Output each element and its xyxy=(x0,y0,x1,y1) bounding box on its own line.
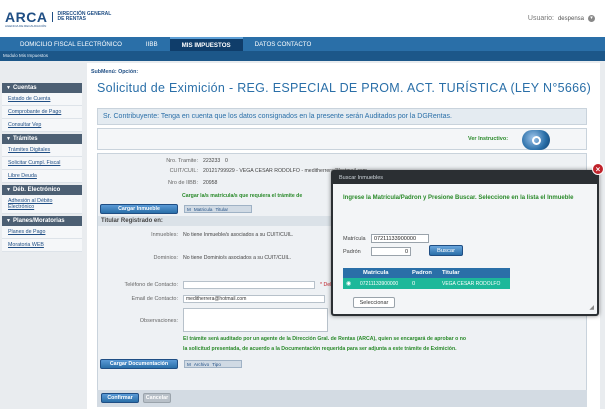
sidebar-item-libre-deuda[interactable]: Libre Deuda xyxy=(2,170,82,183)
results-table: Matricula Padron Titular ◉ 0721113390000… xyxy=(343,268,510,289)
sidebar-section-cuentas[interactable]: ▼ Cuentas xyxy=(2,83,82,93)
submenu-label: SubMenú: Opción: xyxy=(91,69,139,75)
mini-col-archivo: Archivo xyxy=(193,361,210,367)
header: ARCA AGENCIA DE RECAUDACIÓN DIRECCIÓN GE… xyxy=(0,0,605,37)
cancelar-button[interactable]: Cancelar xyxy=(143,393,171,403)
main-nav: DOMICILIO FISCAL ELECTRÓNICO IIBB MIS IM… xyxy=(0,37,605,51)
nro-tramite-label: Nro. Tramite: xyxy=(166,158,198,164)
inmueble-mini-table: M Matricula Titular xyxy=(184,205,252,213)
inmuebles-label: Inmuebles: xyxy=(151,232,178,238)
logo-subtitle: AGENCIA DE RECAUDACIÓN xyxy=(5,24,47,28)
triangle-down-icon: ▼ xyxy=(6,136,11,142)
cargar-documentacion-button[interactable]: Cargar Documentación xyxy=(100,359,178,369)
telefono-label: Teléfono de Contacto: xyxy=(124,282,178,288)
page-title: Solicitud de Eximición - REG. ESPECIAL D… xyxy=(97,81,592,95)
mini-col-titular: Titular xyxy=(215,206,229,212)
logo-text: DIRECCIÓN GENERAL DE RENTAS xyxy=(52,12,111,22)
instructivo-box: Ver Instructivo: xyxy=(97,128,587,150)
sidebar-section-title: Cuentas xyxy=(12,85,37,91)
close-icon[interactable]: × xyxy=(592,163,604,175)
cuit-label: CUIT/CUIL: xyxy=(169,168,198,174)
sidebar-section-debito[interactable]: ▼ Déb. Electrónico xyxy=(2,185,82,195)
cargar-hint: Cargar la/s matrícula/s que requiera el … xyxy=(182,193,303,199)
user-info: Usuario: despensa ▾ xyxy=(528,15,595,22)
mini-col-m: M xyxy=(187,361,191,367)
sidebar-item-estado-cuenta[interactable]: Estado de Cuenta xyxy=(2,93,82,106)
row-matricula: 07211133900000 xyxy=(360,280,399,287)
sidebar-section-title: Planes/Moratorias xyxy=(12,218,65,224)
confirmar-button[interactable]: Confirmar xyxy=(101,393,139,403)
table-row[interactable]: ◉ 07211133900000 0 VEGA CESAR RODOLFO xyxy=(343,278,510,289)
user-icon[interactable]: ▾ xyxy=(588,15,595,22)
telefono-required: * Del xyxy=(320,282,332,288)
mini-col-tipo: Tipo xyxy=(212,361,221,367)
instructivo-label: Ver Instructivo: xyxy=(468,136,509,142)
auditoria-text-1: El trámite será auditado por un agente d… xyxy=(183,336,467,342)
triangle-down-icon: ▼ xyxy=(6,85,11,91)
seleccionar-button[interactable]: Seleccionar xyxy=(353,297,395,308)
nro-tramite-value: 223233 xyxy=(203,158,221,164)
sidebar-item-cumpl-fiscal[interactable]: Solicitar Cumpl. Fiscal xyxy=(2,157,82,170)
sidebar: ▼ Cuentas Estado de Cuenta Comprobante de… xyxy=(2,81,82,252)
tab-domicilio-fiscal[interactable]: DOMICILIO FISCAL ELECTRÓNICO xyxy=(8,37,134,51)
row-titular: VEGA CESAR RODOLFO xyxy=(442,280,501,287)
email-input[interactable]: meditherrera@hotmail.com xyxy=(183,295,325,303)
magnifier-icon[interactable] xyxy=(522,130,550,150)
modal-title: Buscar Inmuebles xyxy=(333,172,597,184)
matricula-label: Matrícula xyxy=(343,236,366,242)
auditoria-text-2: la solicitud presentada, de acuerdo a la… xyxy=(183,346,457,352)
sidebar-section-title: Déb. Electrónico xyxy=(12,187,61,193)
sidebar-item-consultar-vep[interactable]: Consultar Vep xyxy=(2,119,82,132)
buscar-inmuebles-modal: Buscar Inmuebles Ingrese la Matrícula/Pa… xyxy=(331,170,599,316)
results-header: Matricula Padron Titular xyxy=(343,268,510,278)
username: despensa xyxy=(557,15,584,22)
iibb-label: Nro de IIBB: xyxy=(168,180,198,186)
nro-tramite-value-2: 0 xyxy=(225,158,228,164)
padron-input[interactable]: 0 xyxy=(371,247,411,256)
sidebar-item-tramites-digitales[interactable]: Trámites Digitales xyxy=(2,144,82,157)
resize-grip-icon[interactable]: ◢ xyxy=(589,304,594,311)
breadcrumb: Modulo Mis Impuestos xyxy=(0,51,605,61)
sidebar-item-planes-pago[interactable]: Planes de Pago xyxy=(2,226,82,239)
iibb-value: 20958 xyxy=(203,180,218,186)
tab-iibb[interactable]: IIBB xyxy=(134,37,170,51)
triangle-down-icon: ▼ xyxy=(6,218,11,224)
modal-message: Ingrese la Matrícula/Padron y Presione B… xyxy=(343,195,574,201)
observaciones-textarea[interactable] xyxy=(183,308,328,332)
radio-icon[interactable]: ◉ xyxy=(343,281,357,287)
dominios-label: Dominios: xyxy=(153,255,178,261)
notice-banner: Sr. Contribuyente: Tenga en cuenta que l… xyxy=(97,108,587,125)
logo-text-2: DE RENTAS xyxy=(57,16,86,22)
inmuebles-value: No tiene Inmueble/s asociados a su CUIT/… xyxy=(183,232,294,238)
logo[interactable]: ARCA AGENCIA DE RECAUDACIÓN DIRECCIÓN GE… xyxy=(5,9,111,28)
row-padron: 0 xyxy=(412,280,416,287)
user-label: Usuario: xyxy=(527,15,554,22)
triangle-down-icon: ▼ xyxy=(6,187,11,193)
documentacion-mini-table: M Archivo Tipo xyxy=(184,360,242,368)
col-titular: Titular xyxy=(442,270,460,276)
telefono-input[interactable] xyxy=(183,281,315,289)
mini-col-matricula: Matricula xyxy=(193,206,213,212)
tab-datos-contacto[interactable]: DATOS CONTACTO xyxy=(243,37,324,51)
col-matricula: Matricula xyxy=(363,270,389,276)
sidebar-section-title: Trámites xyxy=(12,136,38,142)
email-label: Email de Contacto: xyxy=(131,296,178,302)
sidebar-item-comprobante-pago[interactable]: Comprobante de Pago xyxy=(2,106,82,119)
dominios-value: No tiene Dominio/s asociados a su CUIT/C… xyxy=(183,255,292,261)
cargar-inmueble-button[interactable]: Cargar Inmueble xyxy=(100,204,178,214)
mini-col-m: M xyxy=(187,206,191,212)
matricula-input[interactable]: 07211133900000 xyxy=(371,234,429,243)
padron-label: Padrón xyxy=(343,249,361,255)
logo-mark: ARCA xyxy=(5,9,48,25)
tab-mis-impuestos[interactable]: MIS IMPUESTOS xyxy=(169,37,243,51)
col-padron: Padron xyxy=(412,270,432,276)
observaciones-label: Observaciones: xyxy=(139,318,178,324)
sidebar-item-adhesion-debito[interactable]: Adhesión al Débito Electrónico xyxy=(2,195,82,214)
sidebar-item-moratoria-web[interactable]: Moratoria WEB xyxy=(2,239,82,252)
sidebar-section-planes[interactable]: ▼ Planes/Moratorias xyxy=(2,216,82,226)
buscar-button[interactable]: Buscar xyxy=(429,245,463,256)
sidebar-section-tramites[interactable]: ▼ Trámites xyxy=(2,134,82,144)
